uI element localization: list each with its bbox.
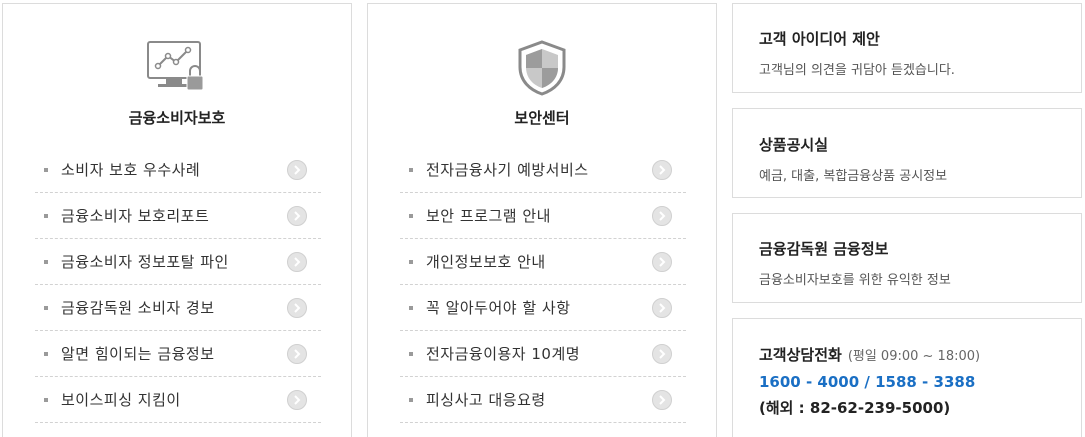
- list-item-label: 피싱사고 대응요령: [426, 391, 546, 409]
- product-disclosure-card[interactable]: 상품공시실 예금, 대출, 복합금융상품 공시정보: [732, 108, 1082, 198]
- bullet-icon: [44, 259, 48, 264]
- list-item-label: 알면 힘이되는 금융정보: [61, 345, 215, 363]
- list-item-label: 전자금융사기 예방서비스: [426, 161, 589, 179]
- list-item[interactable]: 피싱사고 대응요령: [400, 377, 686, 423]
- bullet-icon: [409, 167, 413, 172]
- fss-info-card[interactable]: 금융감독원 금융정보 금융소비자보호를 위한 유익한 정보: [732, 213, 1082, 303]
- idea-suggestion-title: 고객 아이디어 제안: [759, 30, 880, 48]
- chevron-right-icon[interactable]: [287, 159, 307, 180]
- list-item-label: 금융소비자 정보포탈 파인: [61, 253, 229, 271]
- customer-phone-title: 고객상담전화: [759, 346, 842, 364]
- bullet-icon: [44, 397, 48, 402]
- bullet-icon: [44, 167, 48, 172]
- business-hours: (평일 09:00 ~ 18:00): [847, 349, 981, 364]
- list-item[interactable]: 개인정보보호 안내: [400, 239, 686, 285]
- chevron-right-icon[interactable]: [652, 205, 672, 226]
- list-item-label: 금융소비자 보호리포트: [61, 207, 210, 225]
- chevron-right-icon[interactable]: [652, 389, 672, 410]
- chevron-right-icon[interactable]: [287, 297, 307, 318]
- list-item-label: 보이스피싱 지킴이: [61, 391, 181, 409]
- list-item-label: 소비자 보호 우수사례: [61, 161, 201, 179]
- bullet-icon: [44, 213, 48, 218]
- consumer-protection-title: 금융소비자보호: [128, 109, 226, 127]
- chevron-right-icon[interactable]: [287, 251, 307, 272]
- bullet-icon: [409, 305, 413, 310]
- bullet-icon: [44, 305, 48, 310]
- list-item-label: 금융감독원 소비자 경보: [61, 299, 215, 317]
- security-center-title: 보안센터: [514, 109, 570, 127]
- consumer-protection-panel: 금융소비자보호 소비자 보호 우수사례 금융소비자 보호리포트 금융소비자 정보…: [2, 3, 352, 437]
- list-item[interactable]: 전자금융사기 예방서비스: [400, 147, 686, 193]
- list-item[interactable]: 금융감독원 소비자 경보: [35, 285, 321, 331]
- shield-icon: [517, 40, 567, 100]
- product-disclosure-title: 상품공시실: [759, 136, 829, 154]
- fss-info-title: 금융감독원 금융정보: [759, 240, 889, 258]
- bullet-icon: [409, 397, 413, 402]
- chevron-right-icon[interactable]: [652, 251, 672, 272]
- chevron-right-icon[interactable]: [652, 297, 672, 318]
- security-center-list: 전자금융사기 예방서비스 보안 프로그램 안내 개인정보보호 안내 꼭 알아두어…: [400, 147, 686, 423]
- idea-suggestion-desc: 고객님의 의견을 귀담아 듣겠습니다.: [759, 63, 955, 78]
- idea-suggestion-card[interactable]: 고객 아이디어 제안 고객님의 의견을 귀담아 듣겠습니다.: [732, 3, 1082, 93]
- consumer-protection-list: 소비자 보호 우수사례 금융소비자 보호리포트 금융소비자 정보포탈 파인 금융…: [35, 147, 321, 423]
- bullet-icon: [409, 213, 413, 218]
- bullet-icon: [44, 351, 48, 356]
- monitor-lock-icon: [146, 40, 208, 98]
- chevron-right-icon[interactable]: [287, 343, 307, 364]
- list-item[interactable]: 금융소비자 보호리포트: [35, 193, 321, 239]
- bullet-icon: [409, 351, 413, 356]
- overseas-phone[interactable]: (해외 : 82-62-239-5000): [759, 397, 1081, 418]
- bullet-icon: [409, 259, 413, 264]
- list-item[interactable]: 소비자 보호 우수사례: [35, 147, 321, 193]
- list-item[interactable]: 알면 힘이되는 금융정보: [35, 331, 321, 377]
- chevron-right-icon[interactable]: [652, 343, 672, 364]
- security-center-panel: 보안센터 전자금융사기 예방서비스 보안 프로그램 안내 개인정보보호 안내 꼭…: [367, 3, 717, 437]
- list-item-label: 꼭 알아두어야 할 사항: [426, 299, 571, 317]
- fss-info-desc: 금융소비자보호를 위한 유익한 정보: [759, 273, 951, 288]
- list-item[interactable]: 꼭 알아두어야 할 사항: [400, 285, 686, 331]
- phone-numbers[interactable]: 1600 - 4000 / 1588 - 3388: [759, 373, 1081, 391]
- customer-phone-card: 고객상담전화 (평일 09:00 ~ 18:00) 1600 - 4000 / 1…: [732, 318, 1082, 437]
- list-item-label: 전자금융이용자 10계명: [426, 345, 581, 363]
- list-item-label: 개인정보보호 안내: [426, 253, 546, 271]
- list-item[interactable]: 금융소비자 정보포탈 파인: [35, 239, 321, 285]
- list-item[interactable]: 전자금융이용자 10계명: [400, 331, 686, 377]
- chevron-right-icon[interactable]: [287, 389, 307, 410]
- product-disclosure-desc: 예금, 대출, 복합금융상품 공시정보: [759, 169, 948, 184]
- chevron-right-icon[interactable]: [287, 205, 307, 226]
- list-item[interactable]: 보이스피싱 지킴이: [35, 377, 321, 423]
- list-item-label: 보안 프로그램 안내: [426, 207, 551, 225]
- chevron-right-icon[interactable]: [652, 159, 672, 180]
- list-item[interactable]: 보안 프로그램 안내: [400, 193, 686, 239]
